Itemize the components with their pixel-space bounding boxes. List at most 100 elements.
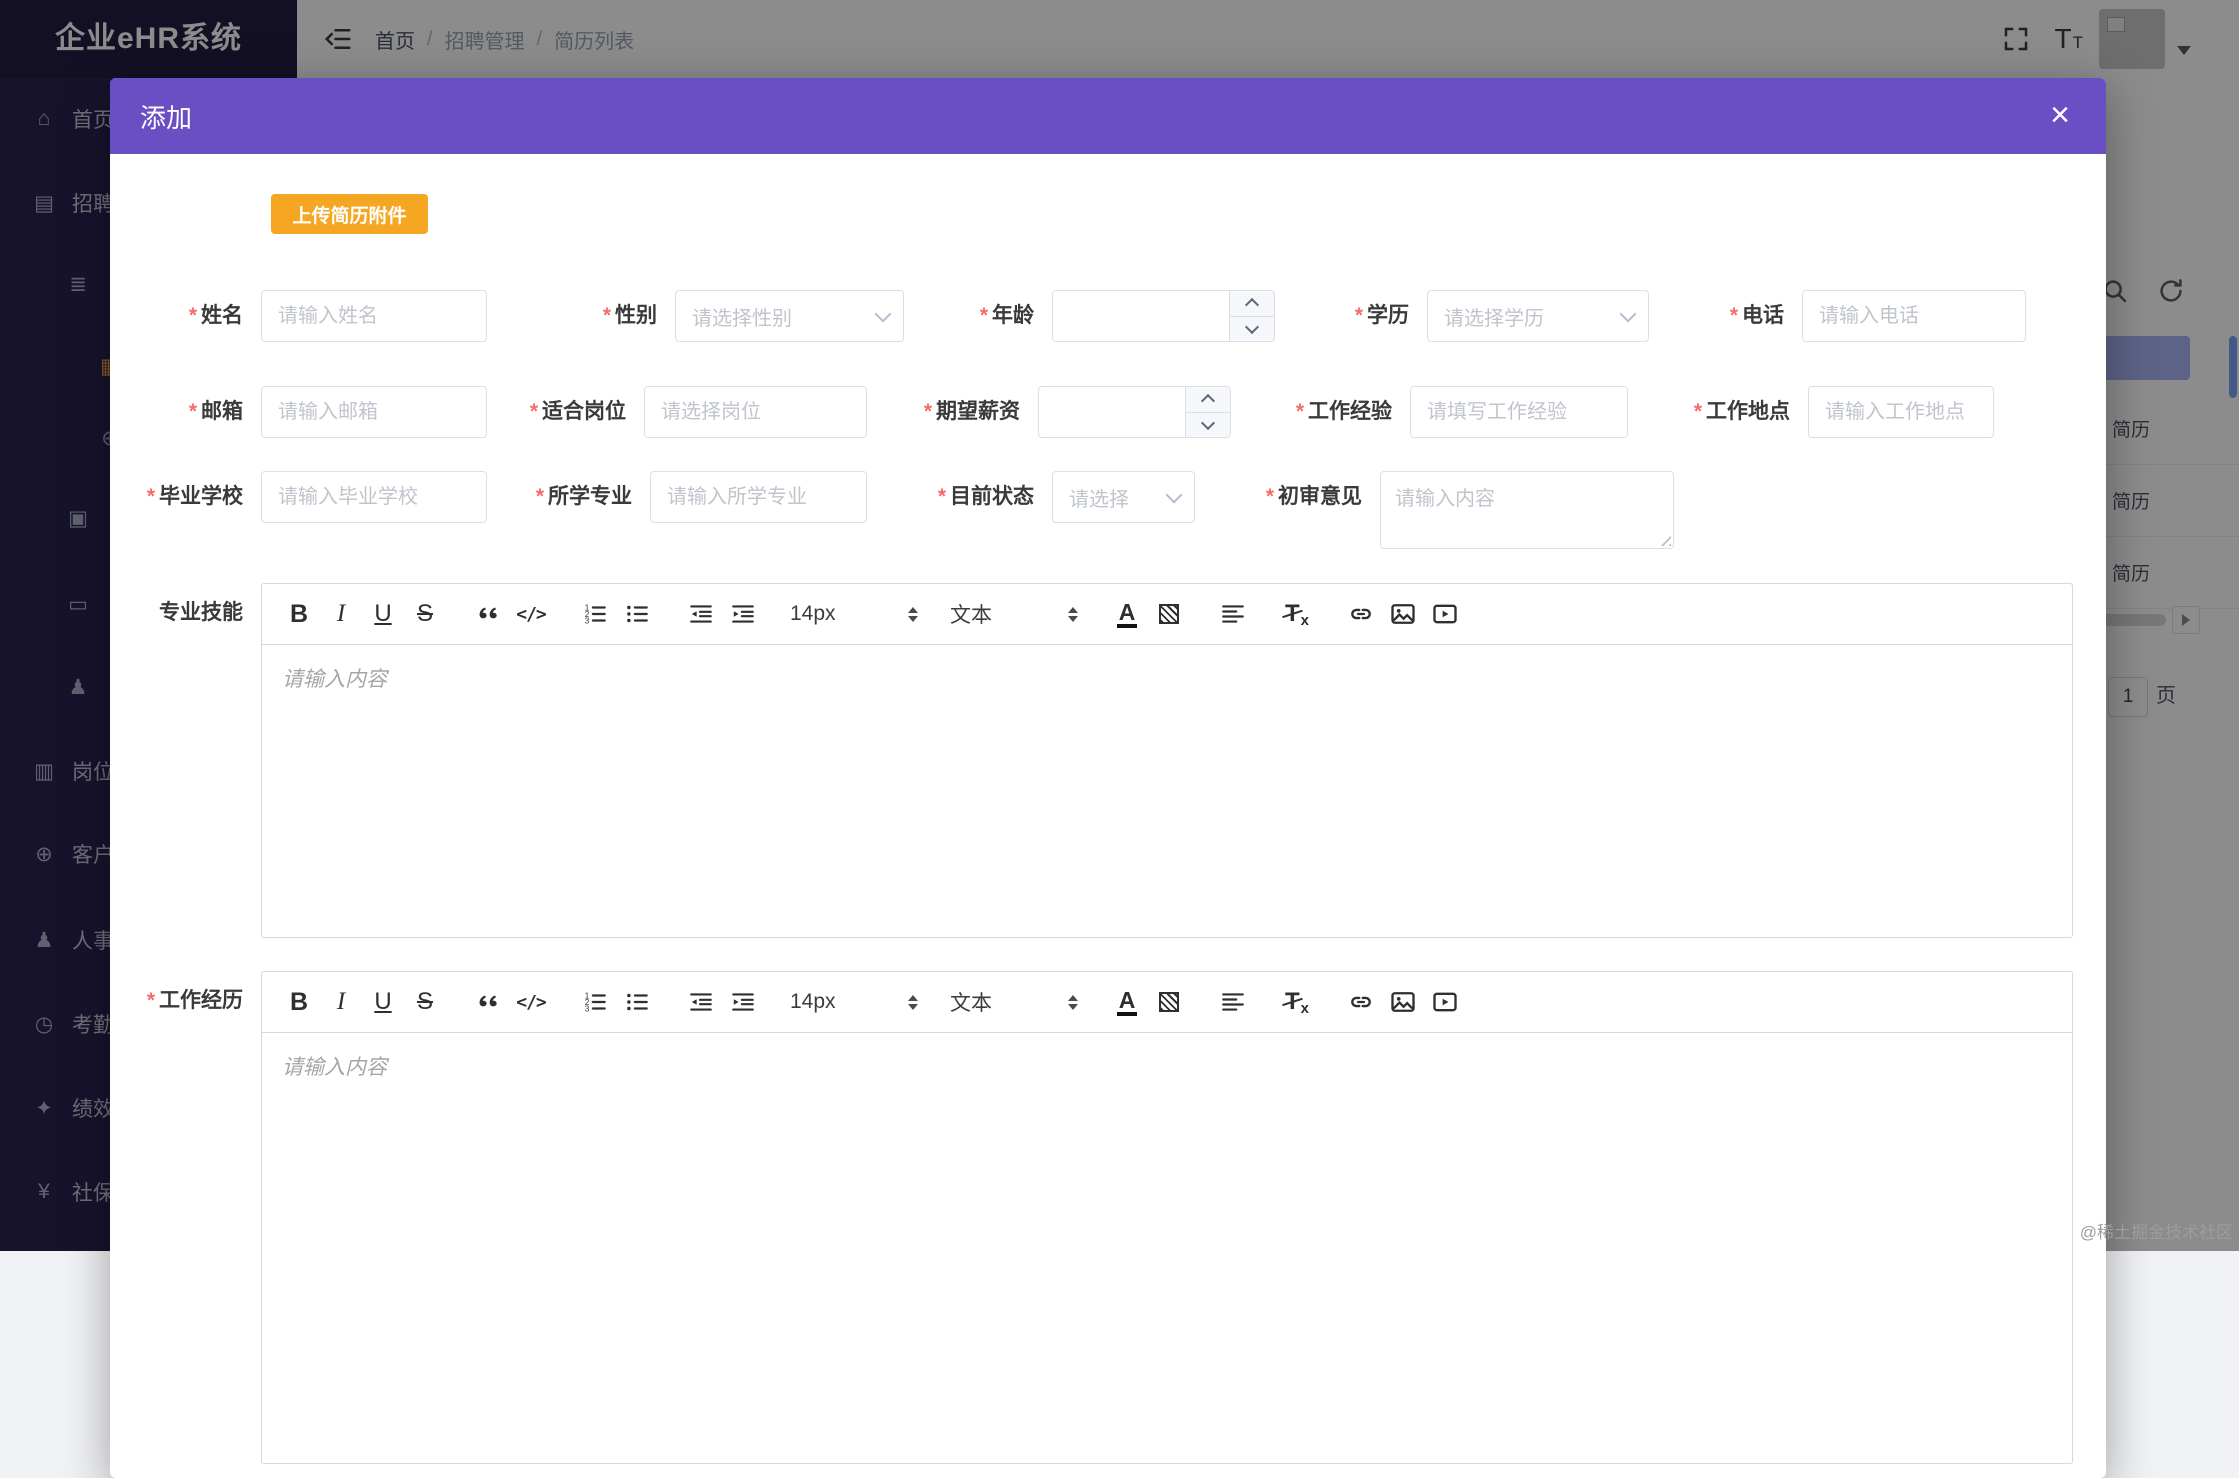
location-label: *工作地点 xyxy=(1670,386,1790,438)
indent-button[interactable] xyxy=(722,981,764,1023)
caret-down-icon xyxy=(1201,416,1215,430)
style-picker-button[interactable]: 文本 xyxy=(946,593,1084,635)
position-input[interactable] xyxy=(644,386,867,438)
close-icon[interactable]: × xyxy=(2050,98,2070,132)
age-increment-button[interactable] xyxy=(1230,291,1274,317)
education-select[interactable]: 请选择学历 xyxy=(1427,290,1649,342)
link-button[interactable] xyxy=(1340,981,1382,1023)
upload-resume-button[interactable]: 上传简历附件 xyxy=(271,194,428,234)
email-label: *邮箱 xyxy=(123,386,243,438)
review-label: *初审意见 xyxy=(1242,471,1362,523)
dropdown-label: 文本 xyxy=(950,599,992,629)
required-asterisk: * xyxy=(189,304,197,327)
background-button[interactable] xyxy=(1148,593,1190,635)
chevron-down-icon xyxy=(1166,486,1183,503)
background-button[interactable] xyxy=(1148,981,1190,1023)
underline-button[interactable]: U xyxy=(362,593,404,635)
size-picker-button[interactable]: 14px xyxy=(786,981,924,1023)
location-input[interactable] xyxy=(1808,386,1994,438)
dropdown-label: 14px xyxy=(790,990,836,1014)
italic-button[interactable]: I xyxy=(320,593,362,635)
chevron-down-icon xyxy=(875,305,892,322)
bold-button[interactable]: B xyxy=(278,593,320,635)
code-block-button[interactable]: </> xyxy=(510,981,552,1023)
editor-placeholder: 请输入内容 xyxy=(282,663,387,693)
school-label: *毕业学校 xyxy=(123,471,243,523)
review-textarea-wrap xyxy=(1380,471,1674,549)
review-textarea[interactable] xyxy=(1381,472,1673,548)
salary-input[interactable] xyxy=(1039,387,1185,437)
chevron-down-icon xyxy=(1620,305,1637,322)
watermark: @稀土掘金技术社区 xyxy=(2080,1218,2233,1243)
email-input[interactable] xyxy=(261,386,487,438)
experience-input[interactable] xyxy=(1410,386,1628,438)
add-resume-dialog: 添加 × 上传简历附件 *姓名*性别请选择性别*年龄*学历请选择学历*电话*邮箱… xyxy=(110,78,2106,1478)
salary-label: *期望薪资 xyxy=(900,386,1020,438)
outdent-button[interactable] xyxy=(680,981,722,1023)
indent-button[interactable] xyxy=(722,593,764,635)
required-asterisk: * xyxy=(147,485,155,508)
dropdown-label: 14px xyxy=(790,602,836,626)
align-button[interactable] xyxy=(1212,981,1254,1023)
blockquote-button[interactable] xyxy=(468,593,510,635)
list-bullet-button[interactable] xyxy=(616,593,658,635)
bold-button[interactable]: B xyxy=(278,981,320,1023)
image-button[interactable] xyxy=(1382,981,1424,1023)
list-ordered-button[interactable]: 123 xyxy=(574,593,616,635)
status-select[interactable]: 请选择 xyxy=(1052,471,1195,523)
work-history-editor: BIUS </> 123 14px 文本 A Tx 请输入内容 xyxy=(261,971,2073,1464)
caret-down-icon xyxy=(1245,320,1259,334)
updown-caret-icon xyxy=(908,607,918,622)
required-asterisk: * xyxy=(147,989,155,1012)
skills-editor-content[interactable]: 请输入内容 xyxy=(262,645,2072,937)
major-input[interactable] xyxy=(650,471,867,523)
school-input[interactable] xyxy=(261,471,487,523)
salary-increment-button[interactable] xyxy=(1186,387,1230,413)
size-picker-button[interactable]: 14px xyxy=(786,593,924,635)
name-input[interactable] xyxy=(261,290,487,342)
svg-text:3: 3 xyxy=(585,616,590,625)
align-button[interactable] xyxy=(1212,593,1254,635)
skills-editor-toolbar: BIUS </> 123 14px 文本 A Tx xyxy=(262,584,2072,645)
font-color-glyph: A xyxy=(1117,600,1138,628)
list-ordered-button[interactable]: 123 xyxy=(574,981,616,1023)
position-label: *适合岗位 xyxy=(506,386,626,438)
video-button[interactable] xyxy=(1424,593,1466,635)
salary-decrement-button[interactable] xyxy=(1186,413,1230,438)
highlight-swatch-icon xyxy=(1159,992,1179,1012)
select-placeholder: 请选择 xyxy=(1069,483,1129,512)
link-button[interactable] xyxy=(1340,593,1382,635)
video-button[interactable] xyxy=(1424,981,1466,1023)
updown-caret-icon xyxy=(1068,607,1078,622)
list-bullet-button[interactable] xyxy=(616,981,658,1023)
italic-button[interactable]: I xyxy=(320,981,362,1023)
clean-button[interactable]: Tx xyxy=(1276,593,1318,635)
blockquote-button[interactable] xyxy=(468,981,510,1023)
underline-button[interactable]: U xyxy=(362,981,404,1023)
color-button[interactable]: A xyxy=(1106,981,1148,1023)
work-history-editor-content[interactable]: 请输入内容 xyxy=(262,1033,2072,1463)
required-asterisk: * xyxy=(938,485,946,508)
work-history-editor-toolbar: BIUS </> 123 14px 文本 A Tx xyxy=(262,972,2072,1033)
color-button[interactable]: A xyxy=(1106,593,1148,635)
required-asterisk: * xyxy=(189,400,197,423)
outdent-button[interactable] xyxy=(680,593,722,635)
caret-up-icon xyxy=(1245,298,1259,312)
age-input[interactable] xyxy=(1053,291,1229,341)
age-decrement-button[interactable] xyxy=(1230,317,1274,342)
style-picker-button[interactable]: 文本 xyxy=(946,981,1084,1023)
required-asterisk: * xyxy=(1694,400,1702,423)
dialog-body: 上传简历附件 *姓名*性别请选择性别*年龄*学历请选择学历*电话*邮箱*适合岗位… xyxy=(110,154,2106,1478)
clean-button[interactable]: Tx xyxy=(1276,981,1318,1023)
strike-button[interactable]: S xyxy=(404,593,446,635)
education-label: *学历 xyxy=(1289,290,1409,342)
image-button[interactable] xyxy=(1382,593,1424,635)
phone-input[interactable] xyxy=(1802,290,2026,342)
required-asterisk: * xyxy=(603,304,611,327)
name-label: *姓名 xyxy=(123,290,243,342)
code-block-button[interactable]: </> xyxy=(510,593,552,635)
required-asterisk: * xyxy=(924,400,932,423)
clean-x-glyph: x xyxy=(1301,612,1309,629)
strike-button[interactable]: S xyxy=(404,981,446,1023)
gender-select[interactable]: 请选择性别 xyxy=(675,290,904,342)
